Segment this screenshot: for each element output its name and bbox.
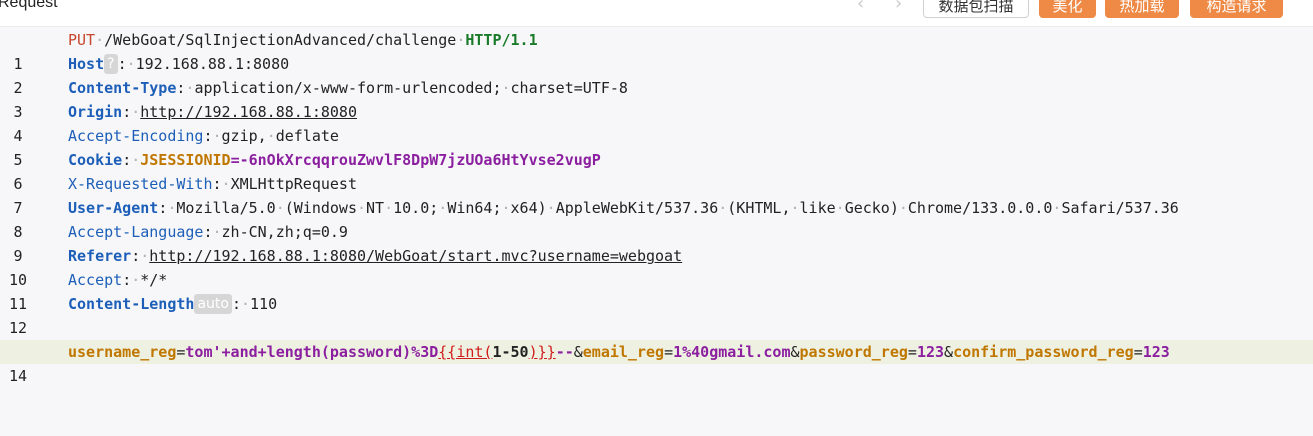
body-param-key: confirm_password_reg <box>953 343 1134 361</box>
ua-part: Mozilla/5.0 <box>176 199 276 217</box>
code-line: 8 User-Agent:·Mozilla/5.0·(Windows·NT·10… <box>0 196 1313 241</box>
construct-request-button[interactable]: 构造请求 <box>1190 0 1283 18</box>
panel-title: Request <box>0 0 58 11</box>
http-method: PUT <box>68 31 96 49</box>
back-arrow-icon[interactable]: ‹ <box>857 0 864 14</box>
header-name: Origin <box>68 103 123 121</box>
ua-part: Win64; <box>447 199 502 217</box>
ua-part: 10.0; <box>393 199 439 217</box>
hot-reload-button[interactable]: 热加载 <box>1105 0 1179 18</box>
header-name: Accept-Language <box>68 223 204 241</box>
referer-link[interactable]: http://192.168.88.1:8080/WebGoat/start.m… <box>149 247 682 265</box>
header-value: zh-CN,zh;q=0.9 <box>221 223 348 241</box>
line-number: 14 <box>8 367 28 385</box>
code-line: 6 Cookie:·JSESSIONID=-6nOkXrcqqrouZwvlF8… <box>0 148 1313 193</box>
origin-link[interactable]: http://192.168.88.1:8080 <box>140 103 357 121</box>
code-line: 5 Accept-Encoding:·gzip,·deflate <box>0 124 1313 169</box>
template-range: 1-50 <box>492 343 529 361</box>
packet-scan-button[interactable]: 数据包扫描 <box>923 0 1029 18</box>
header-value: */* <box>140 271 168 289</box>
request-panel-header: Request ‹ › 数据包扫描 美化 热加载 构造请求 <box>0 0 1313 27</box>
ua-part: (KHTML, <box>727 199 791 217</box>
code-line: 9 Accept-Language:·zh-CN,zh;q=0.9 <box>0 220 1313 265</box>
ua-part: (Windows <box>284 199 357 217</box>
ua-part: NT <box>366 199 385 217</box>
ua-part: like <box>799 199 836 217</box>
beautify-button[interactable]: 美化 <box>1039 0 1096 18</box>
code-line: 2 Host?:·192.168.88.1:8080 <box>0 52 1313 97</box>
header-name: Content-Length <box>68 295 195 313</box>
code-line: 11 Accept:·*/* <box>0 268 1313 313</box>
header-value: application/x-www-form-urlencoded; <box>194 79 502 97</box>
code-line: 13 <box>0 316 1313 361</box>
body-param-value: tom'+and+length(password)%3D <box>185 343 439 361</box>
host-help-badge[interactable]: ? <box>104 54 118 74</box>
cookie-key: JSESSIONID <box>140 151 231 169</box>
header-name: User-Agent <box>68 199 159 217</box>
forward-arrow-icon[interactable]: › <box>895 0 902 14</box>
request-path: /WebGoat/SqlInjectionAdvanced/challenge <box>104 31 457 49</box>
header-name: Host <box>68 55 105 73</box>
code-line: 1 PUT·/WebGoat/SqlInjectionAdvanced/chal… <box>0 28 1313 73</box>
code-line: 4 Origin:·http://192.168.88.1:8080 <box>0 100 1313 145</box>
ua-part: x64) <box>510 199 547 217</box>
header-name: Content-Type <box>68 79 177 97</box>
ua-part: AppleWebKit/537.36 <box>555 199 719 217</box>
code-line-active: 14 username_reg=tom'+and+length(password… <box>0 340 1313 385</box>
ua-part: Safari/537.36 <box>1061 199 1179 217</box>
code-line: 12 Content-Length auto:·110 <box>0 292 1313 337</box>
header-name: Accept <box>68 271 123 289</box>
code-line: 7 X-Requested-With:·XMLHttpRequest <box>0 172 1313 217</box>
header-name: X-Requested-With <box>68 175 213 193</box>
header-value-charset: charset=UTF-8 <box>510 79 628 97</box>
http-protocol: HTTP/1.1 <box>465 31 538 49</box>
auto-length-badge[interactable]: auto <box>194 294 232 314</box>
cookie-value: =-6nOkXrcqqrouZwvlF8DpW7jzUOa6HtYvse2vug… <box>230 151 601 169</box>
body-param-value: 123 <box>916 343 945 361</box>
header-name: Cookie <box>68 151 123 169</box>
header-name: Referer <box>68 247 132 265</box>
template-close: )}} <box>528 343 556 361</box>
body-param-key: username_reg <box>68 343 177 361</box>
code-line: 10 Referer:·http://192.168.88.1:8080/Web… <box>0 244 1313 289</box>
body-param-value: 123 <box>1142 343 1170 361</box>
template-open: {{int( <box>438 343 493 361</box>
body-param-value: 1%40gmail.com <box>673 343 791 361</box>
request-editor[interactable]: 1 PUT·/WebGoat/SqlInjectionAdvanced/chal… <box>0 28 1313 429</box>
ua-part: Gecko) <box>844 199 899 217</box>
body-param-key: password_reg <box>799 343 908 361</box>
code-line: 3 Content-Type:·application/x-www-form-u… <box>0 76 1313 121</box>
header-value: deflate <box>275 127 339 145</box>
ua-part: Chrome/133.0.0.0 <box>907 199 1053 217</box>
body-param-value: -- <box>555 343 574 361</box>
header-value: 110 <box>250 295 278 313</box>
header-value: 192.168.88.1:8080 <box>135 55 290 73</box>
header-name: Accept-Encoding <box>68 127 204 145</box>
header-value: XMLHttpRequest <box>230 175 357 193</box>
body-param-key: email_reg <box>582 343 665 361</box>
header-value: gzip, <box>221 127 267 145</box>
